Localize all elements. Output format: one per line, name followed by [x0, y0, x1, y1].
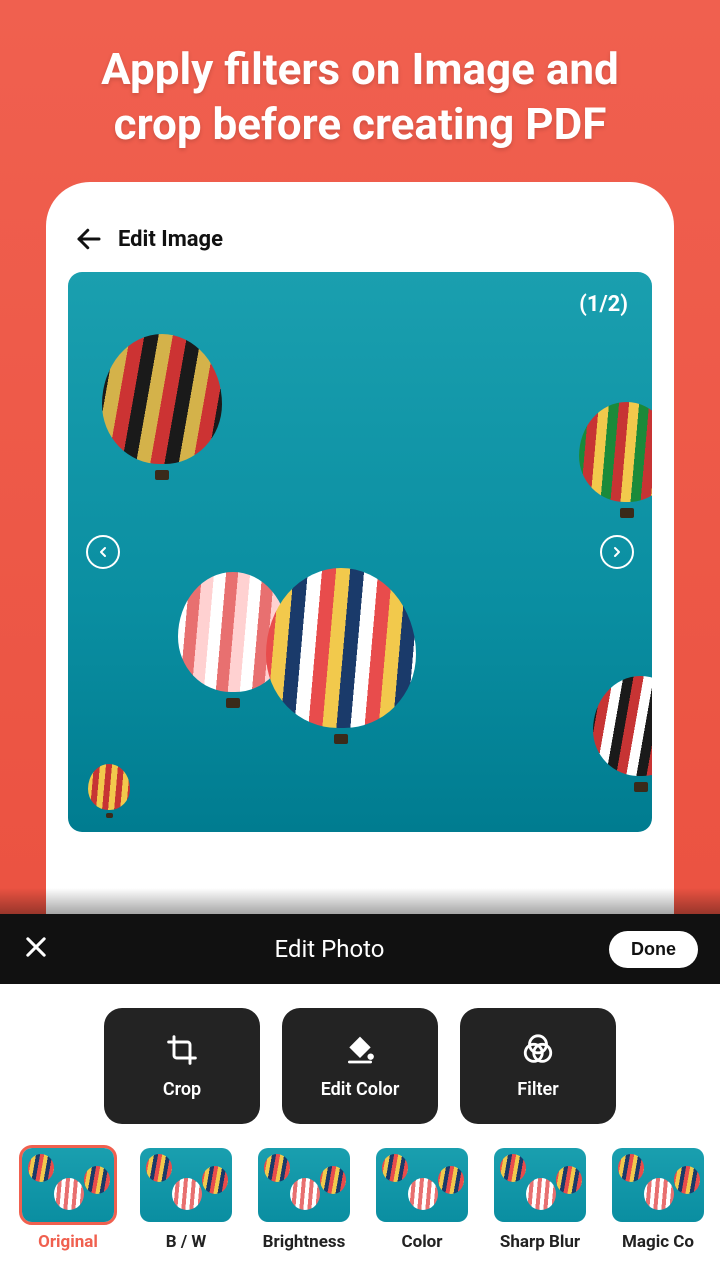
filter-sharp-blur[interactable]: Sharp Blur: [494, 1148, 586, 1252]
crop-icon: [166, 1033, 198, 1067]
filter-thumb: [140, 1148, 232, 1222]
edit-bottom-sheet: Edit Photo Done Crop Edit Color Filter O…: [0, 888, 720, 1280]
prev-image-button[interactable]: [86, 535, 120, 569]
filter-thumb: [22, 1148, 114, 1222]
filter-strip[interactable]: Original B / W Brightness Color Sharp Bl…: [0, 1142, 720, 1280]
filter-label: Brightness: [263, 1232, 346, 1252]
tool-label: Filter: [517, 1079, 558, 1100]
balloon-decor: [579, 402, 652, 518]
filter-label: Color: [401, 1232, 442, 1252]
filter-thumb: [612, 1148, 704, 1222]
filter-label: Sharp Blur: [500, 1232, 580, 1252]
filter-label: Original: [38, 1232, 98, 1252]
done-button[interactable]: Done: [609, 931, 698, 968]
filter-original[interactable]: Original: [22, 1148, 114, 1252]
promo-line-1: Apply filters on Image and: [101, 42, 619, 97]
tool-row: Crop Edit Color Filter: [0, 984, 720, 1142]
back-arrow-icon[interactable]: [74, 224, 104, 254]
sheet-title: Edit Photo: [64, 935, 595, 963]
tool-label: Edit Color: [321, 1079, 400, 1100]
edit-color-button[interactable]: Edit Color: [282, 1008, 438, 1124]
balloon-decor: [88, 764, 130, 818]
sheet-header: Edit Photo Done: [0, 914, 720, 984]
filter-button[interactable]: Filter: [460, 1008, 616, 1124]
venn-filter-icon: [521, 1033, 555, 1067]
next-image-button[interactable]: [600, 535, 634, 569]
filter-thumb: [258, 1148, 350, 1222]
filter-brightness[interactable]: Brightness: [258, 1148, 350, 1252]
crop-button[interactable]: Crop: [104, 1008, 260, 1124]
filter-thumb: [494, 1148, 586, 1222]
sheet-shadow: [0, 888, 720, 914]
promo-line-2: crop before creating PDF: [101, 97, 619, 152]
filter-magic-color[interactable]: Magic Co: [612, 1148, 704, 1252]
filter-label: B / W: [166, 1232, 206, 1252]
page-counter: (1/2): [579, 292, 628, 317]
topbar: Edit Image: [68, 204, 652, 272]
image-preview[interactable]: (1/2): [68, 272, 652, 832]
balloon-decor: [102, 334, 222, 480]
filter-label: Magic Co: [622, 1232, 694, 1252]
promo-headline: Apply filters on Image and crop before c…: [71, 42, 649, 152]
filter-thumb: [376, 1148, 468, 1222]
tool-label: Crop: [163, 1079, 201, 1100]
close-icon[interactable]: [22, 933, 50, 965]
filter-bw[interactable]: B / W: [140, 1148, 232, 1252]
balloon-decor: [266, 568, 416, 744]
page-title: Edit Image: [118, 227, 223, 252]
balloon-decor: [593, 676, 652, 792]
paint-bucket-icon: [344, 1033, 376, 1067]
filter-color[interactable]: Color: [376, 1148, 468, 1252]
